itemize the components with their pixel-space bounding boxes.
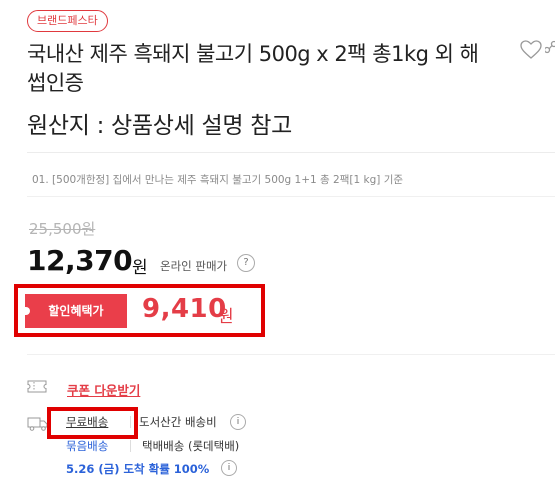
sale-price-unit: 원 [132, 258, 148, 278]
truck-icon [27, 417, 48, 431]
divider [27, 152, 555, 153]
brand-festa-badge[interactable]: 브랜드페스타 [27, 10, 108, 32]
original-price: 25,500원 [29, 220, 96, 238]
origin-info: 원산지 : 상품상세 설명 참고 [27, 113, 292, 139]
discount-price: 9,410 [142, 294, 227, 324]
separator [130, 416, 131, 428]
online-price-label: 온라인 판매가 [160, 259, 228, 273]
coupon-download-link[interactable]: 쿠폰 다운받기 [67, 380, 140, 399]
share-icon[interactable] [545, 38, 555, 62]
free-shipping-label: 무료배송 [66, 415, 109, 429]
info-icon[interactable]: i [221, 460, 237, 476]
sale-price: 12,370 [27, 244, 133, 277]
divider [27, 354, 555, 355]
remote-area-fee-label: 도서산간 배송비 [139, 415, 217, 429]
separator [130, 440, 131, 452]
ticket-icon [27, 380, 47, 393]
bundle-shipping-link[interactable]: 묶음배송 [66, 438, 108, 454]
discount-price-unit: 원 [218, 307, 234, 327]
heart-icon[interactable] [519, 38, 543, 62]
discount-label-chip: 할인혜택가 [24, 294, 127, 328]
courier-label: 택배배송 (롯데택배) [142, 439, 240, 453]
info-icon[interactable]: i [230, 414, 246, 430]
divider [27, 196, 555, 197]
question-icon[interactable]: ? [237, 254, 255, 272]
product-title: 국내산 제주 흑돼지 불고기 500g x 2팩 총1kg 외 해썹인증 [27, 42, 479, 95]
selected-option-text: 01. [500개한정] 집에서 만나는 제주 흑돼지 불고기 500g 1+1… [32, 174, 404, 186]
arrival-estimate: 5.26 (금) 도착 확률 100% [66, 462, 210, 476]
